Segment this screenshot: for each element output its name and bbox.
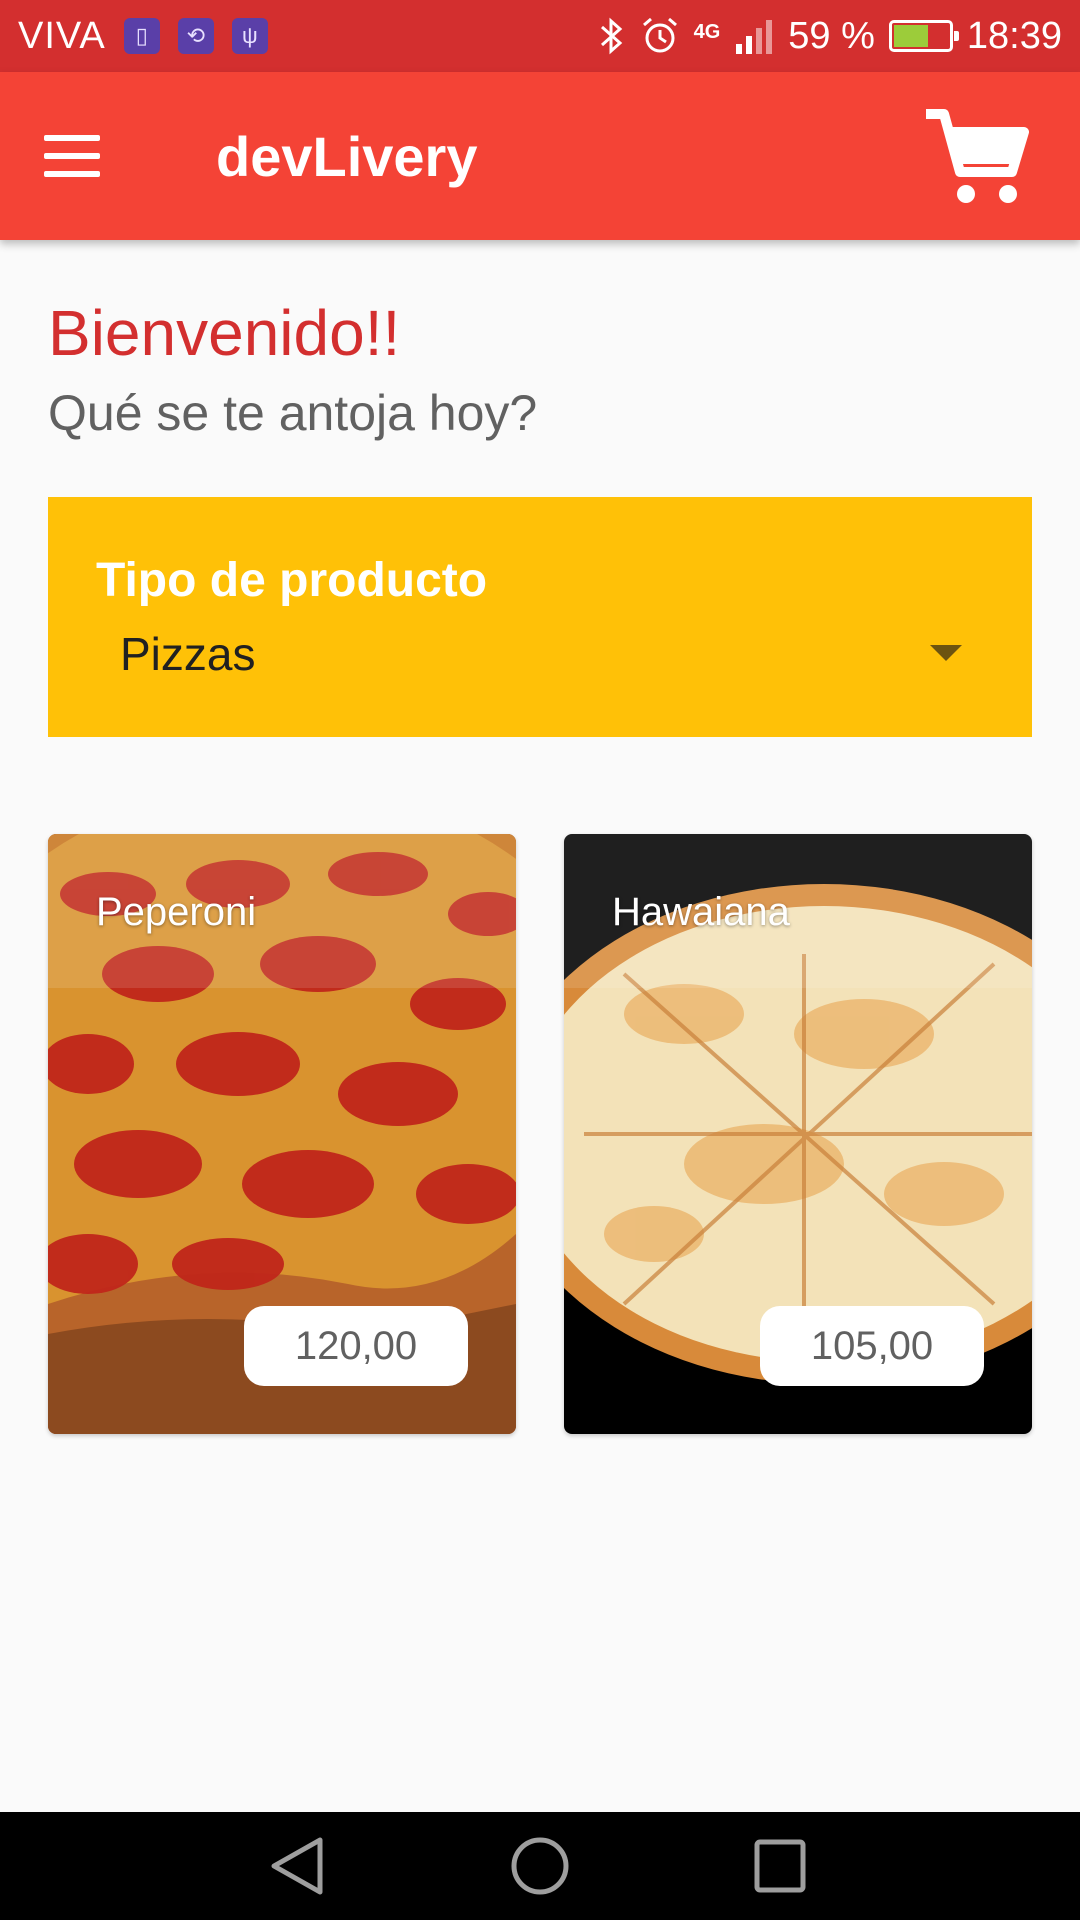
- back-icon[interactable]: [264, 1834, 334, 1898]
- dropdown-arrow-icon: [930, 645, 962, 661]
- filter-label: Tipo de producto: [96, 554, 488, 607]
- network-type-label: 4G: [693, 20, 721, 43]
- alarm-icon: [642, 17, 677, 53]
- signal-strength-icon: [736, 20, 773, 54]
- status-bar: VIVA ▯ ⟲ ψ 4G 59 % 18:39: [0, 0, 1080, 72]
- battery-level-fill: [893, 25, 929, 47]
- product-card-peperoni[interactable]: Peperoni 120,00: [48, 834, 516, 1434]
- screenshot-notification-icon: ▯: [123, 18, 160, 54]
- shopping-cart-icon[interactable]: [920, 102, 1030, 212]
- dropdown-selected-value: Pizzas: [120, 628, 256, 680]
- usb-notification-icon: ψ: [231, 18, 268, 54]
- product-type-filter: Tipo de producto Pizzas: [48, 497, 1032, 737]
- welcome-title: Bienvenido!!: [48, 297, 401, 369]
- status-right: 4G 59 % 18:39: [596, 15, 1062, 58]
- hamburger-menu-icon[interactable]: [44, 126, 124, 186]
- app-bar: devLivery: [0, 72, 1080, 240]
- price-badge: 120,00: [244, 1306, 468, 1386]
- carrier-name: VIVA: [18, 14, 106, 57]
- product-name: Peperoni: [96, 890, 257, 934]
- app-title: devLivery: [216, 125, 478, 188]
- clock: 18:39: [966, 14, 1062, 57]
- recent-apps-icon[interactable]: [745, 1834, 815, 1898]
- welcome-subtitle: Qué se te antoja hoy?: [48, 385, 538, 441]
- price-badge: 105,00: [760, 1306, 984, 1386]
- product-name: Hawaiana: [612, 890, 790, 934]
- battery-percent: 59 %: [788, 14, 875, 57]
- battery-icon: [888, 20, 959, 52]
- home-icon[interactable]: [505, 1834, 575, 1898]
- sync-notification-icon: ⟲: [177, 18, 214, 54]
- product-type-dropdown[interactable]: Pizzas: [96, 617, 984, 697]
- navigation-bar: [0, 1812, 1080, 1920]
- status-left: VIVA ▯ ⟲ ψ: [18, 15, 268, 58]
- bluetooth-icon: [600, 17, 622, 55]
- product-card-hawaiana[interactable]: Hawaiana 105,00: [564, 834, 1032, 1434]
